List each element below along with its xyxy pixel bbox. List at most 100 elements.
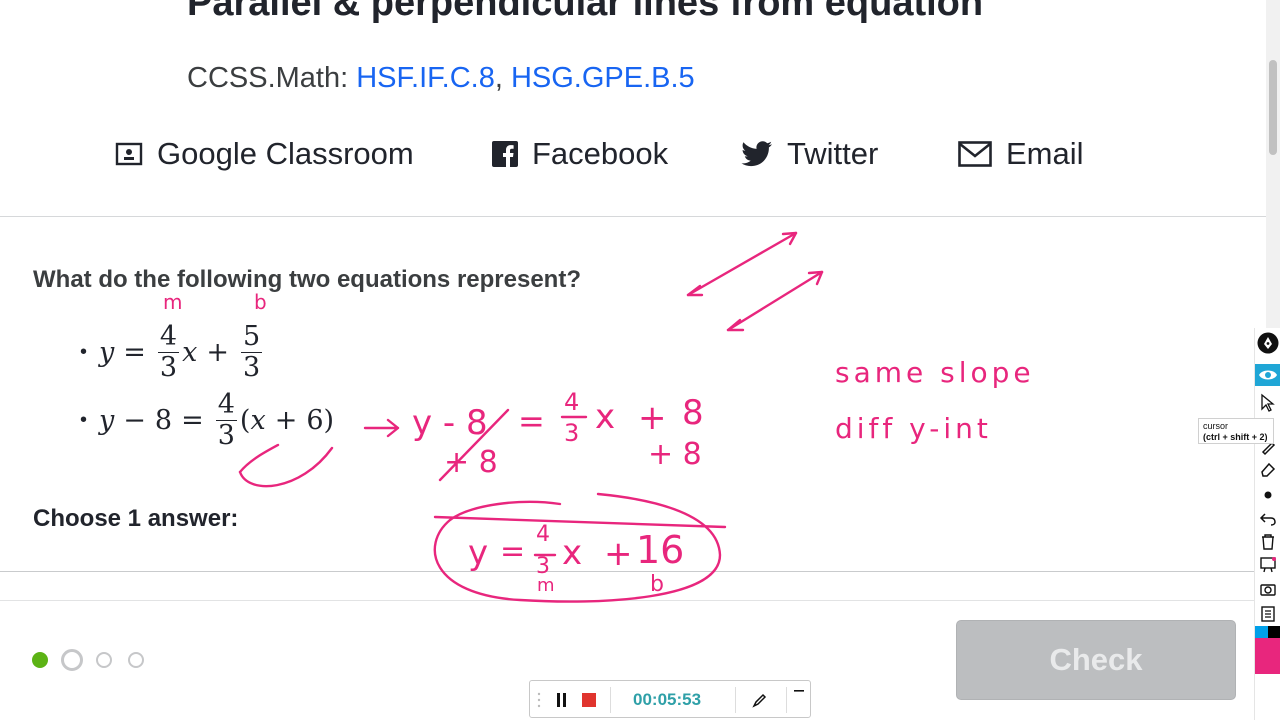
whiteboard-icon[interactable] (1257, 554, 1279, 576)
bullet-icon: • (80, 409, 88, 431)
google-classroom-icon (115, 140, 143, 168)
recorder-separator (735, 687, 736, 713)
eq1-intercept-num: 5 (240, 321, 263, 353)
pause-icon[interactable] (556, 693, 568, 707)
google-classroom-label: Google Classroom (157, 136, 414, 171)
arrow-right-icon (363, 418, 400, 438)
stop-icon[interactable] (582, 693, 596, 707)
share-twitter-button[interactable]: Twitter (741, 136, 878, 172)
share-bar: Google Classroom Facebook Twitter Email (0, 136, 1266, 184)
eye-icon[interactable] (1255, 364, 1280, 386)
undo-icon[interactable] (1257, 508, 1279, 530)
share-google-classroom-button[interactable]: Google Classroom (115, 136, 414, 172)
eq2-const: 6 (306, 405, 324, 436)
eq1-slope-den: 3 (159, 352, 178, 383)
eq1-intercept-den: 3 (242, 352, 261, 383)
arrowhead-icon (726, 318, 745, 332)
arrowhead-icon (781, 231, 798, 246)
hw-result-equals: = (500, 534, 526, 569)
eq2-slope-den: 3 (217, 420, 235, 451)
hw-step1-left: y - 8 (412, 403, 488, 443)
tooltip-title: cursor (1203, 421, 1229, 431)
eq2-slope-num: 4 (215, 389, 237, 421)
trash-icon[interactable] (1257, 531, 1279, 553)
hw-step1-x: x (595, 397, 616, 437)
progress-dot-upcoming (128, 652, 144, 668)
cursor-icon[interactable] (1257, 392, 1279, 414)
eq1-equals: = (123, 337, 146, 368)
hw-m-label: m (163, 290, 183, 314)
hw-step2-left: + 8 (444, 445, 498, 480)
dot-icon[interactable] (1257, 484, 1279, 506)
eq1-slope-num: 4 (157, 321, 180, 353)
pen-icon[interactable] (1257, 332, 1279, 354)
camera-icon[interactable] (1257, 578, 1279, 600)
share-facebook-button[interactable]: Facebook (492, 136, 668, 172)
hw-note-diff-y-int: diff y-int (835, 412, 992, 445)
eq1-plus: + (206, 337, 229, 368)
ccss-standards: CCSS.Math: HSF.IF.C.8, HSG.GPE.B.5 (187, 62, 695, 95)
recorder-separator (610, 687, 611, 713)
hw-step1-frac-num: 4 (564, 388, 580, 416)
parallel-line-2 (726, 270, 824, 332)
arrowhead-icon (807, 270, 824, 286)
scrollbar-thumb[interactable] (1269, 60, 1277, 155)
recorder-separator (786, 687, 787, 713)
check-button[interactable]: Check (956, 620, 1236, 700)
eq1-var: x (182, 337, 198, 368)
eq1-slope-fraction: 4 3 (157, 321, 180, 383)
ccss-prefix: CCSS.Math: (187, 62, 349, 94)
hw-step1-equals: = (518, 402, 545, 440)
footer-divider (0, 600, 1266, 601)
clipboard-icon[interactable] (1257, 602, 1279, 624)
progress-dot-upcoming (96, 652, 112, 668)
standard-link-hsg[interactable]: HSG.GPE.B.5 (511, 62, 695, 94)
hw-result-plus: + (604, 534, 633, 574)
pen-tool-icon[interactable] (752, 692, 768, 708)
bullet-icon: • (80, 341, 88, 363)
hw-result-m-label: m (537, 575, 555, 596)
annotation-toolbar (1254, 328, 1280, 720)
standards-separator: , (494, 62, 511, 94)
eq1-intercept-fraction: 5 3 (240, 321, 263, 383)
eq2-paren-close: ) (323, 405, 335, 436)
hw-result-const: 16 (636, 528, 685, 572)
hw-step2-right: + 8 (648, 437, 702, 472)
hw-result-b-label: b (650, 572, 664, 597)
standard-link-hsf[interactable]: HSF.IF.C.8 (356, 62, 495, 94)
hw-result-x: x (562, 533, 583, 573)
eq2-paren-open: ( (239, 405, 251, 436)
eraser-icon[interactable] (1257, 458, 1279, 480)
eq2-equals: = (181, 405, 204, 436)
hw-result-y: y (468, 533, 489, 573)
share-email-button[interactable]: Email (958, 136, 1084, 172)
question-prompt: What do the following two equations repr… (33, 266, 581, 293)
hw-note-same-slope: same slope (835, 356, 1035, 389)
eq2-minus: − (123, 405, 146, 436)
drag-handle-icon[interactable] (536, 691, 542, 709)
eq2-lhs-const: 8 (154, 405, 173, 436)
header-divider (0, 216, 1266, 217)
hw-step1-frac-den: 3 (564, 419, 580, 447)
answers-divider (0, 571, 1266, 572)
progress-dot-current (61, 649, 83, 671)
eq2-var: x (250, 405, 266, 436)
hw-result-frac-num: 4 (536, 522, 550, 547)
email-label: Email (1006, 136, 1084, 171)
palette-icon[interactable] (1255, 626, 1280, 674)
email-icon (958, 141, 992, 167)
arrowhead-icon (686, 284, 704, 297)
choose-answer-label: Choose 1 answer: (33, 505, 239, 532)
minimize-icon[interactable] (794, 689, 804, 693)
hw-step1-const: 8 (682, 393, 704, 433)
equation-2: • y − 8 = 4 3 ( x + 6 ) (80, 390, 334, 451)
distribute-arc (238, 446, 334, 488)
parallel-line-1 (686, 231, 798, 297)
facebook-icon (492, 141, 518, 167)
eq1-lhs: y (99, 337, 115, 368)
eq2-plus: + (274, 405, 298, 436)
page-scrollbar[interactable] (1266, 0, 1280, 330)
cursor-tooltip: cursor (ctrl + shift + 2) (1198, 418, 1274, 444)
twitter-label: Twitter (787, 136, 879, 171)
eq2-lhs-var: y (99, 405, 115, 436)
